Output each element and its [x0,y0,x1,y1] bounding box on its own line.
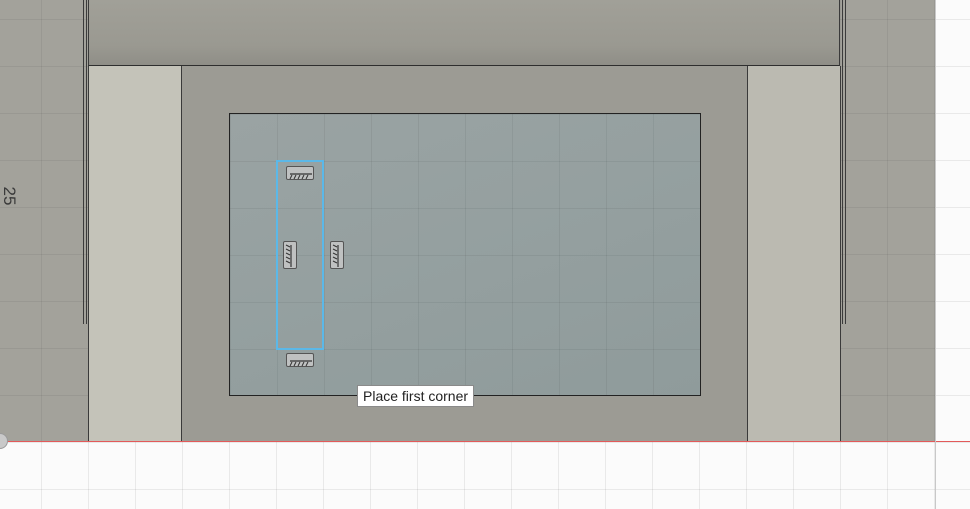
right-outer-edge-2[interactable] [845,0,846,324]
left-side-face[interactable] [88,66,182,441]
grid-ruler-label: 25 [0,186,19,206]
left-outer-edge-2[interactable] [86,0,87,324]
right-side-face[interactable] [747,66,841,441]
vertical-constraint-icon[interactable] [283,241,297,269]
vertical-constraint-icon[interactable] [330,241,344,269]
left-outer-edge[interactable] [83,0,84,324]
horizontal-constraint-icon[interactable] [286,353,314,367]
horizontal-constraint-icon[interactable] [286,166,314,180]
cursor-tooltip: Place first corner [357,385,475,407]
right-outer-edge[interactable] [842,0,843,324]
body-top-face[interactable] [88,0,840,66]
viewport-edge [935,0,936,509]
design-canvas[interactable]: 25 Place first corner [0,0,970,509]
x-axis-line [0,441,970,442]
